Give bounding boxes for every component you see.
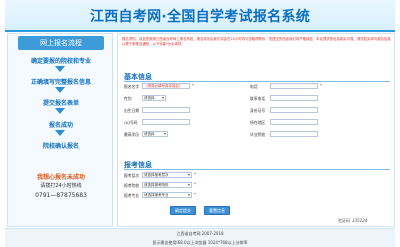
- captcha-value: 335224: [352, 218, 368, 223]
- hotline-text: 请拨打24小时热线: [40, 183, 82, 189]
- header: 江西自考网·全国自学考试报名系统: [5, 0, 395, 32]
- step-4: 报名成功: [48, 122, 73, 129]
- college-label: 报考院校: [124, 183, 140, 188]
- name-input[interactable]: （请务必填写真实姓名）: [142, 83, 190, 89]
- required-mark: *: [194, 192, 196, 197]
- step-3: 提交报名表单: [42, 100, 79, 107]
- notice-text: 报名须知：欢迎您使用江西省自考网上报名系统，报名成功后我们将会在24小时内与您取…: [122, 37, 391, 46]
- region-input[interactable]: [270, 119, 318, 125]
- step-1: 确定要报的院校和专业: [30, 58, 91, 65]
- school-label: 毕业院校: [250, 132, 266, 137]
- id-label: 身份证号: [250, 108, 266, 113]
- reset-button[interactable]: 重置信息: [204, 206, 230, 215]
- captcha-label: 验证码: [338, 218, 350, 223]
- gender-label: 性别: [124, 96, 132, 101]
- contact-label: 联系电话: [250, 96, 266, 101]
- step-5: 院校确认报名: [42, 143, 79, 150]
- phone-input[interactable]: [270, 83, 318, 89]
- major-select[interactable]: 请选择报考专业: [142, 192, 192, 198]
- sidebar: 网上报名流程 确定要报的院校和专业 正确填写完整报名信息 提交报名表单 报名成功…: [7, 33, 113, 227]
- level-label: 报考层次: [124, 173, 140, 178]
- school-input[interactable]: [270, 131, 318, 137]
- major-label: 报考专业: [124, 193, 140, 198]
- edu-label: 最高学历: [124, 132, 140, 137]
- birth-label: 出生日期: [124, 108, 140, 113]
- required-mark: *: [194, 182, 196, 187]
- hotline-phone: 0791—87875683: [35, 192, 87, 199]
- arrow-down-icon: [55, 87, 65, 93]
- gender-select[interactable]: 请选择: [142, 95, 166, 101]
- footer: 江西省自考网 2007-2018 显示建议使用IE8.0以上浏览器 1024*7…: [5, 228, 395, 247]
- captcha: 验证码 335224: [338, 218, 367, 224]
- education-select[interactable]: 请选择: [142, 131, 168, 137]
- registration-form: 报名须知：欢迎您使用江西省自考网上报名系统，报名成功后我们将会在24小时内与您取…: [117, 33, 395, 227]
- level-select[interactable]: 请选择报考层次: [142, 172, 192, 178]
- page: 江西自考网·全国自学考试报名系统 网上报名流程 确定要报的院校和专业 正确填写完…: [0, 0, 400, 247]
- hotline-title: 我想心报名未成功: [36, 174, 85, 181]
- sidebar-title: 网上报名流程: [18, 36, 104, 50]
- birth-date-input[interactable]: [142, 107, 190, 113]
- required-mark: *: [194, 172, 196, 177]
- site-title: 江西自考网·全国自学考试报名系统: [89, 9, 311, 25]
- submit-button[interactable]: 确定提交: [170, 206, 196, 215]
- name-label: 报名名字: [124, 84, 140, 89]
- divider: [124, 81, 390, 82]
- region-label: 所在地区: [250, 120, 266, 125]
- arrow-down-icon: [55, 108, 65, 114]
- step-2: 正确填写完整报名信息: [30, 79, 91, 86]
- phone-label: 电话: [250, 84, 258, 89]
- college-select[interactable]: 请选择报考院校: [142, 182, 192, 188]
- arrow-down-icon: [55, 66, 65, 72]
- arrow-down-icon: [55, 130, 65, 136]
- footer-note: 显示建议使用IE8.0以上浏览器 1024*768以上分辨率: [152, 240, 248, 245]
- divider: [124, 169, 390, 170]
- qq-label: QQ号码: [124, 120, 138, 125]
- required-mark: *: [192, 83, 194, 88]
- footer-copyright: 江西省自考网 2007-2018: [176, 231, 224, 236]
- id-number-input[interactable]: [270, 107, 318, 113]
- qq-input[interactable]: [142, 119, 190, 125]
- required-mark: *: [320, 83, 322, 88]
- contact-phone-input[interactable]: [270, 95, 318, 101]
